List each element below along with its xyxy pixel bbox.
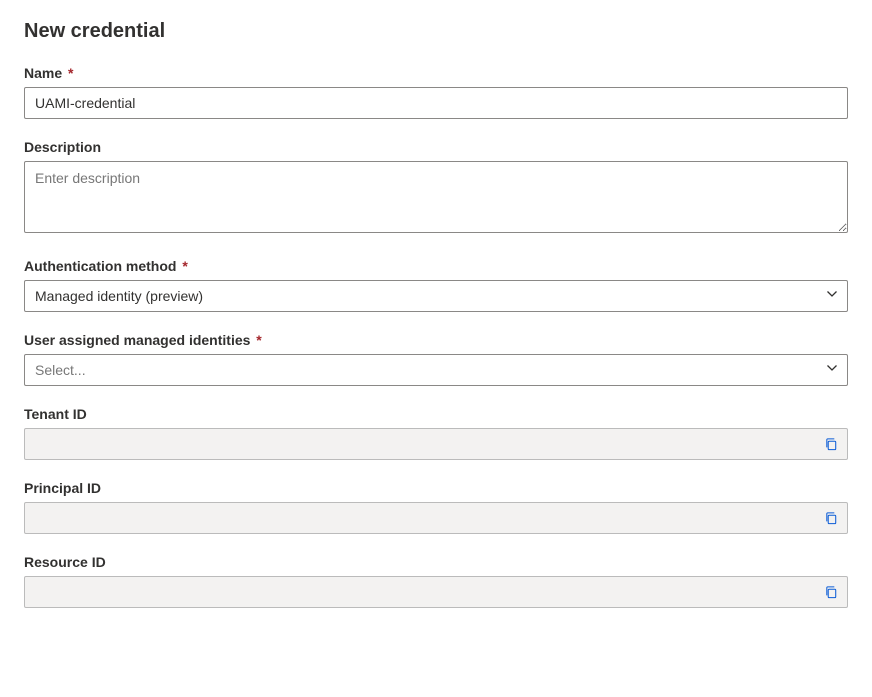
principal-id-label-text: Principal ID xyxy=(24,480,101,496)
copy-icon xyxy=(824,511,839,526)
tenant-id-value xyxy=(24,428,848,460)
auth-method-label-text: Authentication method xyxy=(24,258,176,274)
name-input[interactable] xyxy=(24,87,848,119)
field-tenant-id: Tenant ID xyxy=(24,406,848,460)
copy-icon xyxy=(824,437,839,452)
principal-id-copy-button[interactable] xyxy=(820,507,842,529)
description-label-text: Description xyxy=(24,139,101,155)
required-mark: * xyxy=(182,258,187,274)
principal-id-wrap xyxy=(24,502,848,534)
user-identities-label: User assigned managed identities * xyxy=(24,332,848,348)
resource-id-label: Resource ID xyxy=(24,554,848,570)
auth-method-select[interactable]: Managed identity (preview) xyxy=(24,280,848,312)
field-auth-method: Authentication method * Managed identity… xyxy=(24,258,848,312)
field-principal-id: Principal ID xyxy=(24,480,848,534)
field-user-identities: User assigned managed identities * Selec… xyxy=(24,332,848,386)
description-label: Description xyxy=(24,139,848,155)
description-input[interactable] xyxy=(24,161,848,233)
auth-method-selected: Managed identity (preview) xyxy=(35,288,203,304)
field-description: Description xyxy=(24,139,848,238)
tenant-id-copy-button[interactable] xyxy=(820,433,842,455)
tenant-id-label: Tenant ID xyxy=(24,406,848,422)
required-mark: * xyxy=(256,332,261,348)
resource-id-wrap xyxy=(24,576,848,608)
principal-id-value xyxy=(24,502,848,534)
resource-id-value xyxy=(24,576,848,608)
field-name: Name * xyxy=(24,65,848,119)
name-label: Name * xyxy=(24,65,848,81)
resource-id-label-text: Resource ID xyxy=(24,554,106,570)
field-resource-id: Resource ID xyxy=(24,554,848,608)
user-identities-select[interactable]: Select... xyxy=(24,354,848,386)
tenant-id-label-text: Tenant ID xyxy=(24,406,87,422)
auth-method-select-wrap: Managed identity (preview) xyxy=(24,280,848,312)
user-identities-placeholder: Select... xyxy=(35,362,86,378)
required-mark: * xyxy=(68,65,73,81)
page-title: New credential xyxy=(24,20,848,43)
principal-id-label: Principal ID xyxy=(24,480,848,496)
user-identities-label-text: User assigned managed identities xyxy=(24,332,250,348)
copy-icon xyxy=(824,585,839,600)
user-identities-select-wrap: Select... xyxy=(24,354,848,386)
auth-method-label: Authentication method * xyxy=(24,258,848,274)
name-label-text: Name xyxy=(24,65,62,81)
tenant-id-wrap xyxy=(24,428,848,460)
resource-id-copy-button[interactable] xyxy=(820,581,842,603)
